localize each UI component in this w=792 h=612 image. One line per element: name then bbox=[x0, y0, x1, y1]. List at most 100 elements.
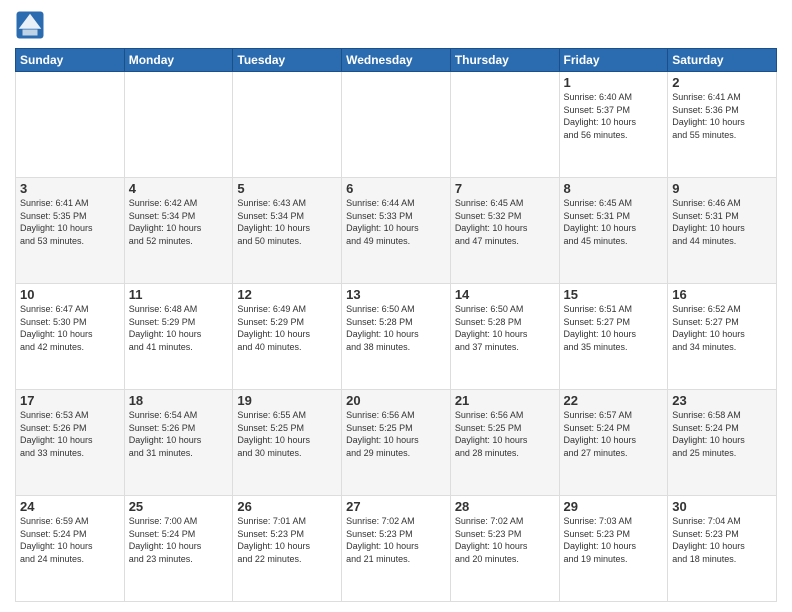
header bbox=[15, 10, 777, 40]
day-info: Sunrise: 6:51 AM Sunset: 5:27 PM Dayligh… bbox=[564, 303, 664, 353]
day-info: Sunrise: 6:44 AM Sunset: 5:33 PM Dayligh… bbox=[346, 197, 446, 247]
calendar-cell bbox=[450, 72, 559, 178]
day-number: 30 bbox=[672, 499, 772, 514]
day-info: Sunrise: 6:40 AM Sunset: 5:37 PM Dayligh… bbox=[564, 91, 664, 141]
day-info: Sunrise: 7:00 AM Sunset: 5:24 PM Dayligh… bbox=[129, 515, 229, 565]
day-number: 22 bbox=[564, 393, 664, 408]
calendar-header-friday: Friday bbox=[559, 49, 668, 72]
day-number: 7 bbox=[455, 181, 555, 196]
day-info: Sunrise: 6:41 AM Sunset: 5:36 PM Dayligh… bbox=[672, 91, 772, 141]
day-info: Sunrise: 6:56 AM Sunset: 5:25 PM Dayligh… bbox=[346, 409, 446, 459]
calendar-cell bbox=[233, 72, 342, 178]
calendar-cell: 14Sunrise: 6:50 AM Sunset: 5:28 PM Dayli… bbox=[450, 284, 559, 390]
calendar-cell: 16Sunrise: 6:52 AM Sunset: 5:27 PM Dayli… bbox=[668, 284, 777, 390]
calendar-table: SundayMondayTuesdayWednesdayThursdayFrid… bbox=[15, 48, 777, 602]
day-number: 19 bbox=[237, 393, 337, 408]
day-number: 28 bbox=[455, 499, 555, 514]
day-number: 24 bbox=[20, 499, 120, 514]
day-info: Sunrise: 6:47 AM Sunset: 5:30 PM Dayligh… bbox=[20, 303, 120, 353]
day-number: 6 bbox=[346, 181, 446, 196]
calendar-cell: 2Sunrise: 6:41 AM Sunset: 5:36 PM Daylig… bbox=[668, 72, 777, 178]
day-info: Sunrise: 7:02 AM Sunset: 5:23 PM Dayligh… bbox=[346, 515, 446, 565]
day-number: 15 bbox=[564, 287, 664, 302]
day-info: Sunrise: 6:56 AM Sunset: 5:25 PM Dayligh… bbox=[455, 409, 555, 459]
day-info: Sunrise: 6:48 AM Sunset: 5:29 PM Dayligh… bbox=[129, 303, 229, 353]
calendar-week-row: 3Sunrise: 6:41 AM Sunset: 5:35 PM Daylig… bbox=[16, 178, 777, 284]
calendar-week-row: 17Sunrise: 6:53 AM Sunset: 5:26 PM Dayli… bbox=[16, 390, 777, 496]
calendar-header-thursday: Thursday bbox=[450, 49, 559, 72]
day-info: Sunrise: 6:41 AM Sunset: 5:35 PM Dayligh… bbox=[20, 197, 120, 247]
day-number: 1 bbox=[564, 75, 664, 90]
day-info: Sunrise: 7:04 AM Sunset: 5:23 PM Dayligh… bbox=[672, 515, 772, 565]
calendar-cell: 22Sunrise: 6:57 AM Sunset: 5:24 PM Dayli… bbox=[559, 390, 668, 496]
calendar-header-tuesday: Tuesday bbox=[233, 49, 342, 72]
day-info: Sunrise: 6:43 AM Sunset: 5:34 PM Dayligh… bbox=[237, 197, 337, 247]
day-number: 17 bbox=[20, 393, 120, 408]
day-info: Sunrise: 6:42 AM Sunset: 5:34 PM Dayligh… bbox=[129, 197, 229, 247]
calendar-cell: 18Sunrise: 6:54 AM Sunset: 5:26 PM Dayli… bbox=[124, 390, 233, 496]
day-info: Sunrise: 7:03 AM Sunset: 5:23 PM Dayligh… bbox=[564, 515, 664, 565]
day-info: Sunrise: 6:49 AM Sunset: 5:29 PM Dayligh… bbox=[237, 303, 337, 353]
day-number: 25 bbox=[129, 499, 229, 514]
calendar-cell: 4Sunrise: 6:42 AM Sunset: 5:34 PM Daylig… bbox=[124, 178, 233, 284]
day-number: 26 bbox=[237, 499, 337, 514]
calendar-cell: 23Sunrise: 6:58 AM Sunset: 5:24 PM Dayli… bbox=[668, 390, 777, 496]
calendar-cell bbox=[124, 72, 233, 178]
day-info: Sunrise: 7:01 AM Sunset: 5:23 PM Dayligh… bbox=[237, 515, 337, 565]
calendar-cell: 29Sunrise: 7:03 AM Sunset: 5:23 PM Dayli… bbox=[559, 496, 668, 602]
calendar-cell: 24Sunrise: 6:59 AM Sunset: 5:24 PM Dayli… bbox=[16, 496, 125, 602]
calendar-cell: 11Sunrise: 6:48 AM Sunset: 5:29 PM Dayli… bbox=[124, 284, 233, 390]
calendar-header-wednesday: Wednesday bbox=[342, 49, 451, 72]
calendar-cell bbox=[16, 72, 125, 178]
day-number: 2 bbox=[672, 75, 772, 90]
day-number: 9 bbox=[672, 181, 772, 196]
calendar-cell: 9Sunrise: 6:46 AM Sunset: 5:31 PM Daylig… bbox=[668, 178, 777, 284]
day-info: Sunrise: 6:45 AM Sunset: 5:32 PM Dayligh… bbox=[455, 197, 555, 247]
day-number: 21 bbox=[455, 393, 555, 408]
day-number: 29 bbox=[564, 499, 664, 514]
calendar-week-row: 10Sunrise: 6:47 AM Sunset: 5:30 PM Dayli… bbox=[16, 284, 777, 390]
calendar-cell: 27Sunrise: 7:02 AM Sunset: 5:23 PM Dayli… bbox=[342, 496, 451, 602]
calendar-cell: 28Sunrise: 7:02 AM Sunset: 5:23 PM Dayli… bbox=[450, 496, 559, 602]
calendar-cell: 15Sunrise: 6:51 AM Sunset: 5:27 PM Dayli… bbox=[559, 284, 668, 390]
day-info: Sunrise: 6:58 AM Sunset: 5:24 PM Dayligh… bbox=[672, 409, 772, 459]
calendar-cell: 13Sunrise: 6:50 AM Sunset: 5:28 PM Dayli… bbox=[342, 284, 451, 390]
calendar-header-monday: Monday bbox=[124, 49, 233, 72]
calendar-cell: 10Sunrise: 6:47 AM Sunset: 5:30 PM Dayli… bbox=[16, 284, 125, 390]
day-number: 12 bbox=[237, 287, 337, 302]
calendar-header-row: SundayMondayTuesdayWednesdayThursdayFrid… bbox=[16, 49, 777, 72]
calendar-cell: 21Sunrise: 6:56 AM Sunset: 5:25 PM Dayli… bbox=[450, 390, 559, 496]
calendar-cell: 5Sunrise: 6:43 AM Sunset: 5:34 PM Daylig… bbox=[233, 178, 342, 284]
day-info: Sunrise: 6:52 AM Sunset: 5:27 PM Dayligh… bbox=[672, 303, 772, 353]
calendar-cell: 8Sunrise: 6:45 AM Sunset: 5:31 PM Daylig… bbox=[559, 178, 668, 284]
calendar-cell: 30Sunrise: 7:04 AM Sunset: 5:23 PM Dayli… bbox=[668, 496, 777, 602]
day-number: 11 bbox=[129, 287, 229, 302]
calendar-week-row: 24Sunrise: 6:59 AM Sunset: 5:24 PM Dayli… bbox=[16, 496, 777, 602]
day-number: 4 bbox=[129, 181, 229, 196]
day-info: Sunrise: 6:45 AM Sunset: 5:31 PM Dayligh… bbox=[564, 197, 664, 247]
calendar-cell: 20Sunrise: 6:56 AM Sunset: 5:25 PM Dayli… bbox=[342, 390, 451, 496]
day-number: 10 bbox=[20, 287, 120, 302]
page: SundayMondayTuesdayWednesdayThursdayFrid… bbox=[0, 0, 792, 612]
calendar-cell: 1Sunrise: 6:40 AM Sunset: 5:37 PM Daylig… bbox=[559, 72, 668, 178]
calendar-cell: 19Sunrise: 6:55 AM Sunset: 5:25 PM Dayli… bbox=[233, 390, 342, 496]
day-info: Sunrise: 6:59 AM Sunset: 5:24 PM Dayligh… bbox=[20, 515, 120, 565]
day-number: 14 bbox=[455, 287, 555, 302]
day-number: 23 bbox=[672, 393, 772, 408]
day-info: Sunrise: 6:54 AM Sunset: 5:26 PM Dayligh… bbox=[129, 409, 229, 459]
calendar-cell: 3Sunrise: 6:41 AM Sunset: 5:35 PM Daylig… bbox=[16, 178, 125, 284]
day-info: Sunrise: 7:02 AM Sunset: 5:23 PM Dayligh… bbox=[455, 515, 555, 565]
calendar-cell: 25Sunrise: 7:00 AM Sunset: 5:24 PM Dayli… bbox=[124, 496, 233, 602]
calendar-header-saturday: Saturday bbox=[668, 49, 777, 72]
day-info: Sunrise: 6:50 AM Sunset: 5:28 PM Dayligh… bbox=[455, 303, 555, 353]
day-number: 8 bbox=[564, 181, 664, 196]
day-number: 27 bbox=[346, 499, 446, 514]
day-info: Sunrise: 6:57 AM Sunset: 5:24 PM Dayligh… bbox=[564, 409, 664, 459]
day-number: 13 bbox=[346, 287, 446, 302]
day-number: 5 bbox=[237, 181, 337, 196]
calendar-cell: 12Sunrise: 6:49 AM Sunset: 5:29 PM Dayli… bbox=[233, 284, 342, 390]
day-number: 16 bbox=[672, 287, 772, 302]
logo-icon bbox=[15, 10, 45, 40]
calendar-cell: 26Sunrise: 7:01 AM Sunset: 5:23 PM Dayli… bbox=[233, 496, 342, 602]
day-info: Sunrise: 6:55 AM Sunset: 5:25 PM Dayligh… bbox=[237, 409, 337, 459]
